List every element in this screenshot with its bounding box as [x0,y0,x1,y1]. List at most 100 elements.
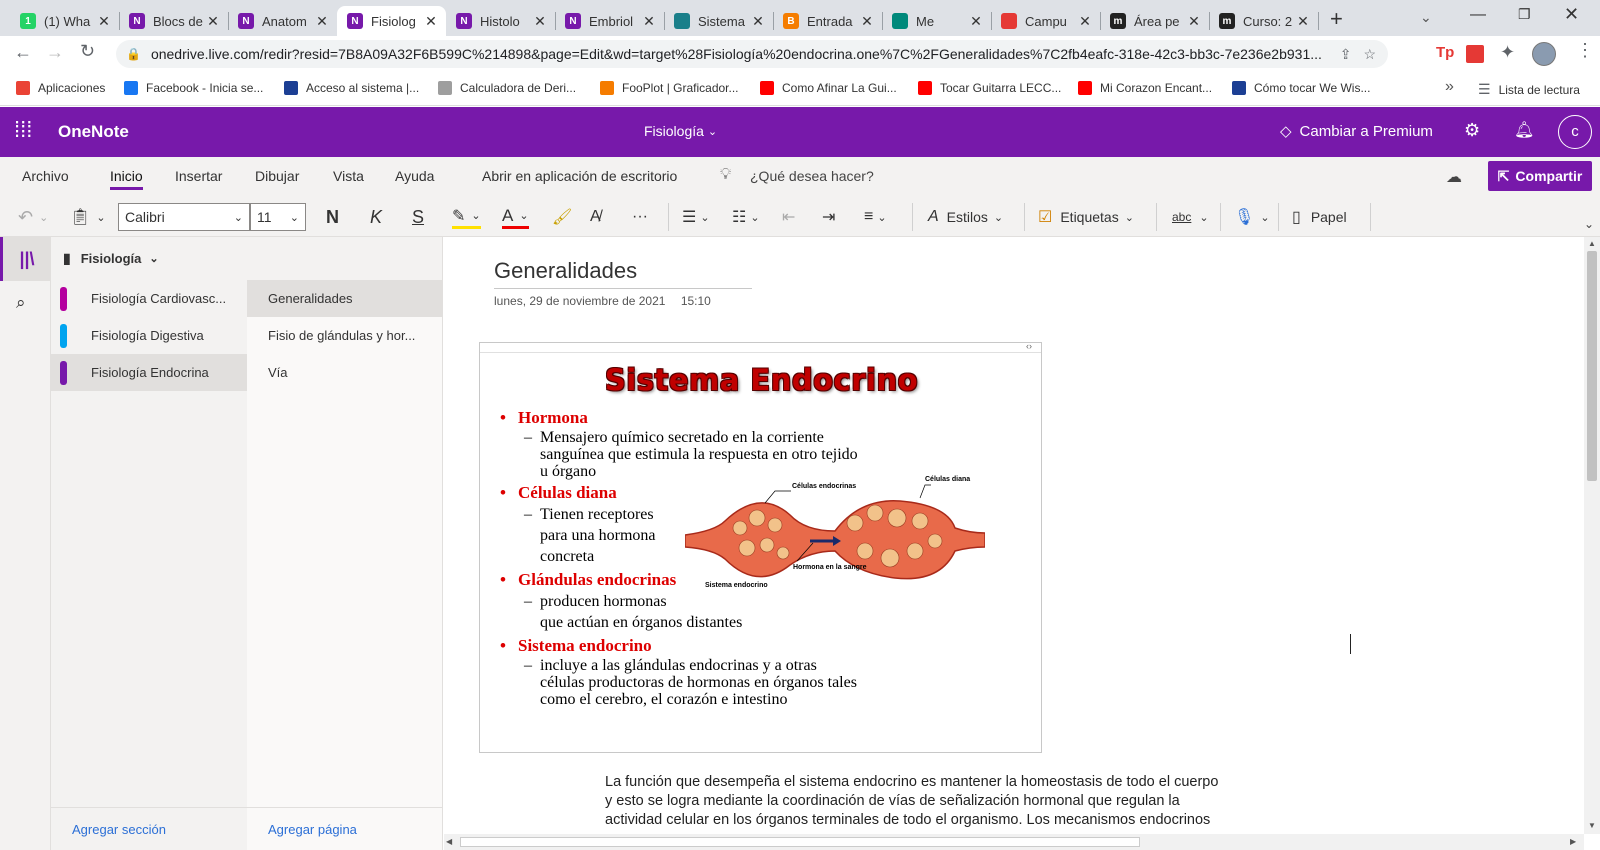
url-bar[interactable]: 🔒 onedrive.live.com/redir?resid=7B8A09A3… [116,40,1388,68]
profile-avatar[interactable] [1532,42,1556,66]
close-tab-icon[interactable]: ✕ [1185,13,1203,30]
font-family-select[interactable]: Calibri ⌄ [118,203,250,231]
bullets-list-icon[interactable]: ☰ ⌄ [682,205,710,229]
scroll-thumb[interactable] [1587,251,1597,481]
note-canvas[interactable]: Generalidades lunes, 29 de noviembre de … [444,237,1584,834]
align-icon[interactable]: ≡ ⌄ [864,205,887,229]
share-page-icon[interactable]: ⇪ [1340,46,1352,63]
bookmark-item[interactable]: Acceso al sistema |... [284,81,419,95]
page-item[interactable]: Fisio de glándulas y hor... [247,317,443,354]
bold-button[interactable]: N [326,205,339,229]
bookmark-item[interactable]: Calculadora de Deri... [438,81,576,95]
browser-tab[interactable]: N Embriol ✕ [555,6,664,36]
extensions-puzzle-icon[interactable]: ✦ [1500,42,1515,63]
bookmark-item[interactable]: Aplicaciones [16,81,105,95]
highlight-icon[interactable]: ✎ ⌄ [452,205,481,229]
premium-button[interactable]: ◇ Cambiar a Premium [1280,122,1433,141]
browser-tab[interactable]: Me ✕ [882,6,991,36]
clipboard-icon[interactable]: 📋︎ ⌄ [70,205,106,229]
notebook-switcher[interactable]: ▮ Fisiología ⌄ [63,250,159,267]
menu-tab[interactable]: Inicio [110,168,143,190]
italic-button[interactable]: K [370,205,382,229]
page-title[interactable]: Generalidades [494,258,752,289]
resize-handle-icon[interactable]: ‹› [1026,343,1032,351]
browser-tab[interactable]: m Área pe ✕ [1100,6,1209,36]
url-text[interactable]: onedrive.live.com/redir?resid=7B8A09A32F… [151,46,1328,62]
minimize-icon[interactable]: — [1470,6,1486,24]
bookmark-item[interactable]: Facebook - Inicia se... [124,81,263,95]
menu-tab[interactable]: Insertar [175,168,222,184]
section-item[interactable]: Fisiología Digestiva [51,317,247,354]
browser-tab[interactable]: Sistema ✕ [664,6,773,36]
lock-icon[interactable]: 🔒 [126,47,141,61]
scroll-right-icon[interactable]: ▶ [1570,837,1576,846]
bookmark-item[interactable]: Cómo tocar We Wis... [1232,81,1370,95]
horizontal-scrollbar[interactable]: ◀ ▶ [444,834,1584,850]
hscroll-thumb[interactable] [460,837,1140,847]
sync-status-icon[interactable]: ☁ [1446,167,1462,187]
bookmark-item[interactable]: FooPlot | Graficador... [600,81,739,95]
notifications-bell-icon[interactable]: 🔔︎ [1514,120,1534,140]
clear-format-icon[interactable]: A̸ [590,205,601,229]
section-item[interactable]: Fisiología Endocrina [51,354,247,391]
close-tab-icon[interactable]: ✕ [749,13,767,30]
browser-tab[interactable]: Campu ✕ [991,6,1100,36]
browser-tab[interactable]: N Histolo ✕ [446,6,555,36]
settings-gear-icon[interactable]: ⚙ [1464,120,1480,141]
search-icon[interactable]: ⌕ [16,293,26,313]
close-tab-icon[interactable]: ✕ [640,13,658,30]
indent-icon[interactable]: ⇥ [822,205,835,229]
note-paragraph[interactable]: La función que desempeña el sistema endo… [605,773,1265,830]
outdent-icon[interactable]: ⇤ [782,205,795,229]
paper-button[interactable]: ▯ Papel [1292,205,1347,229]
close-tab-icon[interactable]: ✕ [1076,13,1094,30]
close-tab-icon[interactable]: ✕ [967,13,985,30]
restore-icon[interactable]: ❐ [1518,6,1531,23]
menu-tab[interactable]: Dibujar [255,168,299,184]
browser-tab[interactable]: B Entrada ✕ [773,6,882,36]
back-icon[interactable]: ← [14,42,32,63]
tp-extension-icon[interactable]: Tp [1436,44,1454,61]
styles-button[interactable]: A Estilos ⌄ [928,205,1003,229]
close-tab-icon[interactable]: ✕ [531,13,549,30]
add-section-button[interactable]: Agregar sección [72,822,166,837]
close-window-icon[interactable]: ✕ [1564,4,1579,25]
close-tab-icon[interactable]: ✕ [422,13,440,30]
mega-extension-icon[interactable] [1466,45,1484,63]
notebooks-library-icon[interactable]: ||\ [0,237,51,281]
bookmark-item[interactable]: Como Afinar La Gui... [760,81,897,95]
notebook-title-dropdown[interactable]: Fisiología ⌄ [644,123,717,139]
browser-tab[interactable]: N Fisiolog ✕ [337,6,446,36]
more-bookmarks-button[interactable]: » [1445,78,1454,96]
bookmark-item[interactable]: Mi Corazon Encant... [1078,81,1212,95]
section-item[interactable]: Fisiología Cardiovasc... [51,280,247,317]
more-options-button[interactable]: ··· [632,205,648,229]
tab-search-icon[interactable]: ⌄ [1420,9,1432,26]
share-button[interactable]: ⇱ Compartir [1488,161,1592,191]
scroll-down-icon[interactable]: ▼ [1588,821,1596,830]
add-page-button[interactable]: Agregar página [268,822,357,837]
close-tab-icon[interactable]: ✕ [313,13,331,30]
tell-me-search[interactable]: ¿Qué desea hacer? [750,168,874,184]
bookmark-star-icon[interactable]: ☆ [1363,46,1376,63]
browser-menu-icon[interactable]: ⋮ [1576,40,1594,61]
browser-tab[interactable]: N Anatom ✕ [228,6,337,36]
scroll-up-icon[interactable]: ▲ [1588,239,1596,248]
browser-tab[interactable]: N Blocs de ✕ [119,6,228,36]
close-tab-icon[interactable]: ✕ [95,13,113,30]
close-tab-icon[interactable]: ✕ [858,13,876,30]
dictate-microphone-icon[interactable]: 🎙︎ ⌄ [1234,205,1270,229]
ribbon-collapse-icon[interactable]: ⌄ [1584,217,1594,231]
scroll-left-icon[interactable]: ◀ [446,837,452,846]
forward-icon[interactable]: → [46,42,64,63]
page-item[interactable]: Generalidades [247,280,443,317]
app-title[interactable]: OneNote [58,122,129,142]
slide-image[interactable]: ‹› Sistema Endocrino Hormona Mensajero q… [479,342,1042,753]
reload-icon[interactable]: ↻ [80,41,95,62]
user-avatar[interactable]: c [1558,115,1592,149]
tags-button[interactable]: ☑ Etiquetas ⌄ [1038,205,1134,229]
underline-button[interactable]: S [412,205,424,229]
close-tab-icon[interactable]: ✕ [1294,13,1312,30]
reading-list-button[interactable]: ☰ Lista de lectura [1478,81,1580,98]
font-color-icon[interactable]: A ⌄ [502,205,529,229]
